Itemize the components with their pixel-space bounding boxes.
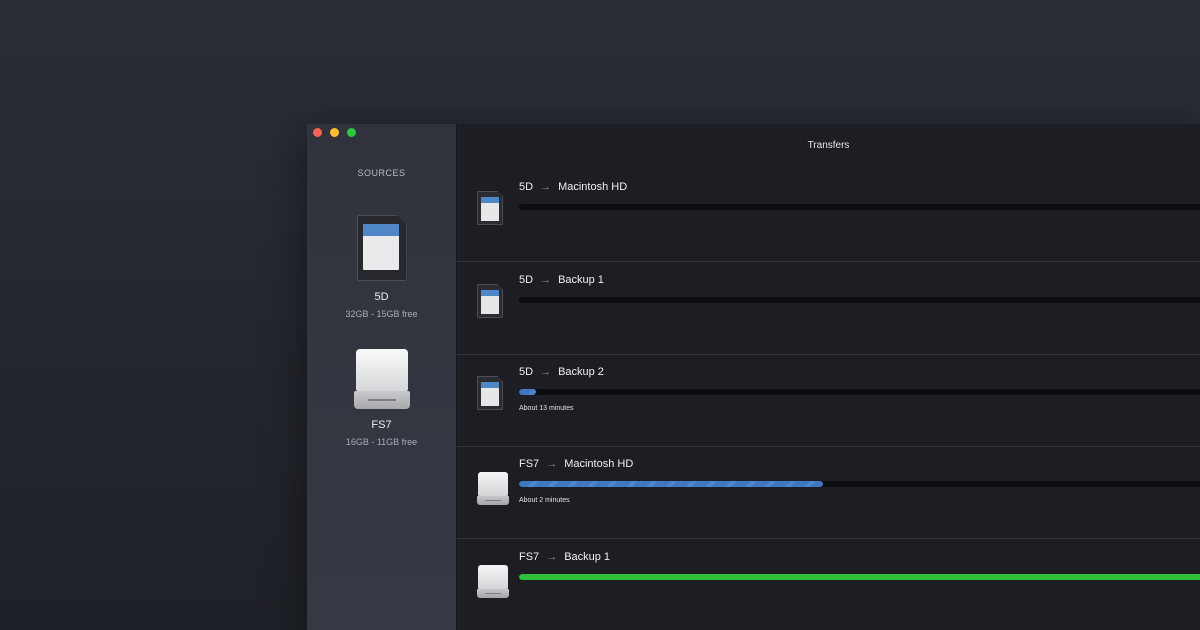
transfer-source: 5D	[519, 274, 534, 286]
transfers-panel: Transfers 5D → Macintosh HD 5D → Backup …	[457, 124, 1200, 630]
progress-fill	[519, 481, 823, 487]
sd-card-icon	[477, 376, 503, 410]
progress-bar	[519, 297, 1200, 303]
sd-card-icon	[477, 191, 503, 225]
progress-bar	[519, 204, 1200, 210]
source-item-5d[interactable]: 5D 32GB - 15GB free	[307, 215, 456, 319]
minimize-window-button[interactable]	[330, 128, 339, 137]
transfer-source: FS7	[519, 551, 540, 563]
source-item-fs7[interactable]: FS7 16GB - 11GB free	[307, 349, 456, 447]
close-window-button[interactable]	[313, 128, 322, 137]
progress-bar	[519, 574, 1200, 580]
source-capacity: 16GB - 11GB free	[345, 437, 418, 447]
external-drive-icon	[477, 565, 509, 599]
traffic-lights	[313, 128, 356, 137]
source-name: 5D	[374, 291, 389, 303]
progress-fill	[519, 574, 1200, 580]
transfer-destination: Backup 1	[558, 274, 604, 286]
arrow-right-icon: →	[540, 181, 552, 193]
transfer-destination: Macintosh HD	[558, 181, 628, 193]
zoom-window-button[interactable]	[347, 128, 356, 137]
transfer-source: 5D	[519, 181, 534, 193]
window-title: Transfers	[807, 140, 850, 151]
app-window: SOURCES 5D 32GB - 15GB free FS7 16GB - 1…	[307, 124, 1200, 630]
transfer-destination: Macintosh HD	[564, 458, 634, 470]
sd-card-icon	[477, 284, 503, 318]
external-drive-icon	[353, 349, 410, 411]
sidebar-title: SOURCES	[357, 168, 406, 178]
external-drive-icon	[477, 472, 509, 506]
transfer-row[interactable]: 5D → Backup 2 About 13 minutes	[457, 354, 1200, 447]
transfer-destination: Backup 1	[564, 551, 611, 563]
transfer-row[interactable]: 5D → Backup 1	[457, 262, 1200, 355]
arrow-right-icon: →	[540, 366, 552, 378]
transfer-source: FS7	[519, 458, 540, 470]
sidebar: SOURCES 5D 32GB - 15GB free FS7 16GB - 1…	[307, 124, 457, 630]
transfer-source: 5D	[519, 366, 534, 378]
source-capacity: 32GB - 15GB free	[345, 309, 418, 319]
arrow-right-icon: →	[540, 274, 552, 286]
progress-bar	[519, 389, 1200, 395]
arrow-right-icon: →	[546, 458, 558, 470]
transfer-row[interactable]: 5D → Macintosh HD	[457, 169, 1200, 262]
transfer-eta: About 13 minutes	[519, 405, 574, 412]
sd-card-icon	[356, 215, 407, 281]
transfer-eta: About 2 minutes	[519, 497, 570, 504]
transfer-destination: Backup 2	[558, 366, 604, 378]
progress-fill	[519, 389, 537, 395]
transfer-row[interactable]: FS7 → Backup 1	[457, 539, 1200, 630]
progress-bar	[519, 481, 1200, 487]
source-name: FS7	[371, 419, 392, 431]
arrow-right-icon: →	[546, 551, 558, 563]
transfer-row[interactable]: FS7 → Macintosh HD About 2 minutes	[457, 446, 1200, 539]
